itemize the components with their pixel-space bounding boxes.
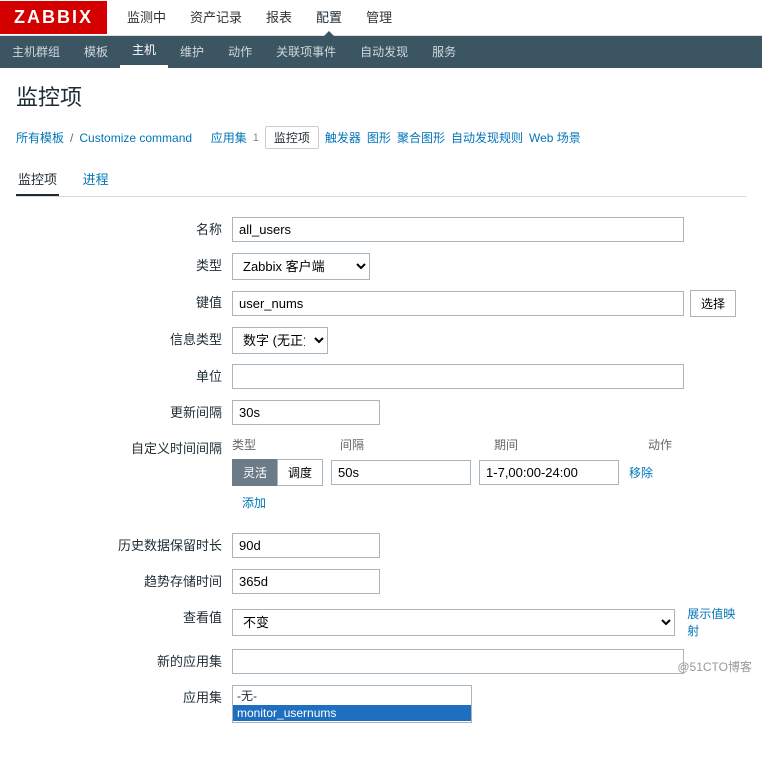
bc-discovery-rules[interactable]: 自动发现规则: [451, 129, 523, 146]
view-label: 查看值: [16, 605, 232, 631]
key-label: 键值: [16, 290, 232, 316]
history-input[interactable]: [232, 533, 380, 558]
ci-type-segment: 灵活 调度: [232, 459, 323, 486]
interval-label: 更新间隔: [16, 400, 232, 426]
nav-administration[interactable]: 管理: [354, 0, 404, 36]
subnav-hosts[interactable]: 主机: [120, 36, 168, 68]
custom-interval-label: 自定义时间间隔: [16, 436, 232, 462]
item-form: 名称 类型 Zabbix 客户端 键值 选择 信息类型 数字 (无正负) 单位 …: [16, 217, 746, 723]
bc-template[interactable]: Customize command: [79, 131, 192, 145]
subnav-discovery[interactable]: 自动发现: [348, 36, 420, 68]
bc-graphs[interactable]: 图形: [367, 129, 391, 146]
subnav-hostgroups[interactable]: 主机群组: [0, 36, 72, 68]
type-select[interactable]: Zabbix 客户端: [232, 253, 370, 280]
ci-interval-input[interactable]: [331, 460, 471, 485]
nav-reports[interactable]: 报表: [254, 0, 304, 36]
info-type-select[interactable]: 数字 (无正负): [232, 327, 328, 354]
subnav-correlation[interactable]: 关联项事件: [264, 36, 348, 68]
type-label: 类型: [16, 253, 232, 279]
history-label: 历史数据保留时长: [16, 533, 232, 559]
new-app-input[interactable]: [232, 649, 684, 674]
key-input[interactable]: [232, 291, 684, 316]
ci-scheduling-button[interactable]: 调度: [277, 459, 323, 486]
nav-inventory[interactable]: 资产记录: [178, 0, 254, 36]
unit-label: 单位: [16, 364, 232, 390]
logo: ZABBIX: [0, 1, 107, 34]
bc-web[interactable]: Web 场景: [529, 129, 581, 146]
unit-input[interactable]: [232, 364, 684, 389]
bc-screens[interactable]: 聚合图形: [397, 129, 445, 146]
app-option-monitor[interactable]: monitor_usernums: [233, 705, 471, 721]
bc-applications[interactable]: 应用集: [211, 129, 247, 146]
new-app-label: 新的应用集: [16, 649, 232, 675]
form-tabs: 监控项 进程: [16, 163, 746, 197]
ci-remove-link[interactable]: 移除: [629, 464, 653, 481]
bc-items[interactable]: 监控项: [265, 126, 319, 149]
subnav-actions[interactable]: 动作: [216, 36, 264, 68]
tab-preprocessing[interactable]: 进程: [81, 163, 111, 194]
tab-item[interactable]: 监控项: [16, 163, 59, 196]
sub-navigation: 主机群组 模板 主机 维护 动作 关联项事件 自动发现 服务: [0, 36, 762, 68]
top-navigation: ZABBIX 监测中 资产记录 报表 配置 管理: [0, 0, 762, 36]
trend-label: 趋势存储时间: [16, 569, 232, 595]
nav-configuration[interactable]: 配置: [304, 0, 354, 36]
value-map-link[interactable]: 展示值映射: [687, 605, 746, 639]
subnav-services[interactable]: 服务: [420, 36, 468, 68]
view-value-select[interactable]: 不变: [232, 609, 675, 636]
ci-add-link[interactable]: 添加: [242, 494, 266, 511]
info-type-label: 信息类型: [16, 327, 232, 353]
ci-flexible-button[interactable]: 灵活: [232, 459, 277, 486]
bc-all-templates[interactable]: 所有模板: [16, 129, 64, 146]
name-label: 名称: [16, 217, 232, 243]
ci-header-period: 期间: [494, 436, 648, 453]
ci-header-type: 类型: [232, 436, 340, 453]
watermark: @51CTO博客: [677, 658, 752, 675]
nav-monitoring[interactable]: 监测中: [115, 0, 178, 36]
app-listbox[interactable]: -无- monitor_usernums: [232, 685, 472, 723]
interval-input[interactable]: [232, 400, 380, 425]
subnav-maintenance[interactable]: 维护: [168, 36, 216, 68]
app-option-none[interactable]: -无-: [233, 686, 471, 705]
bc-triggers[interactable]: 触发器: [325, 129, 361, 146]
app-label: 应用集: [16, 685, 232, 711]
ci-header-action: 动作: [648, 436, 684, 453]
subnav-templates[interactable]: 模板: [72, 36, 120, 68]
key-select-button[interactable]: 选择: [690, 290, 736, 317]
ci-period-input[interactable]: [479, 460, 619, 485]
ci-header-interval: 间隔: [340, 436, 494, 453]
trend-input[interactable]: [232, 569, 380, 594]
breadcrumb: 所有模板 / Customize command 应用集 1 监控项 触发器 图…: [16, 126, 746, 149]
name-input[interactable]: [232, 217, 684, 242]
page-title: 监控项: [16, 80, 746, 112]
